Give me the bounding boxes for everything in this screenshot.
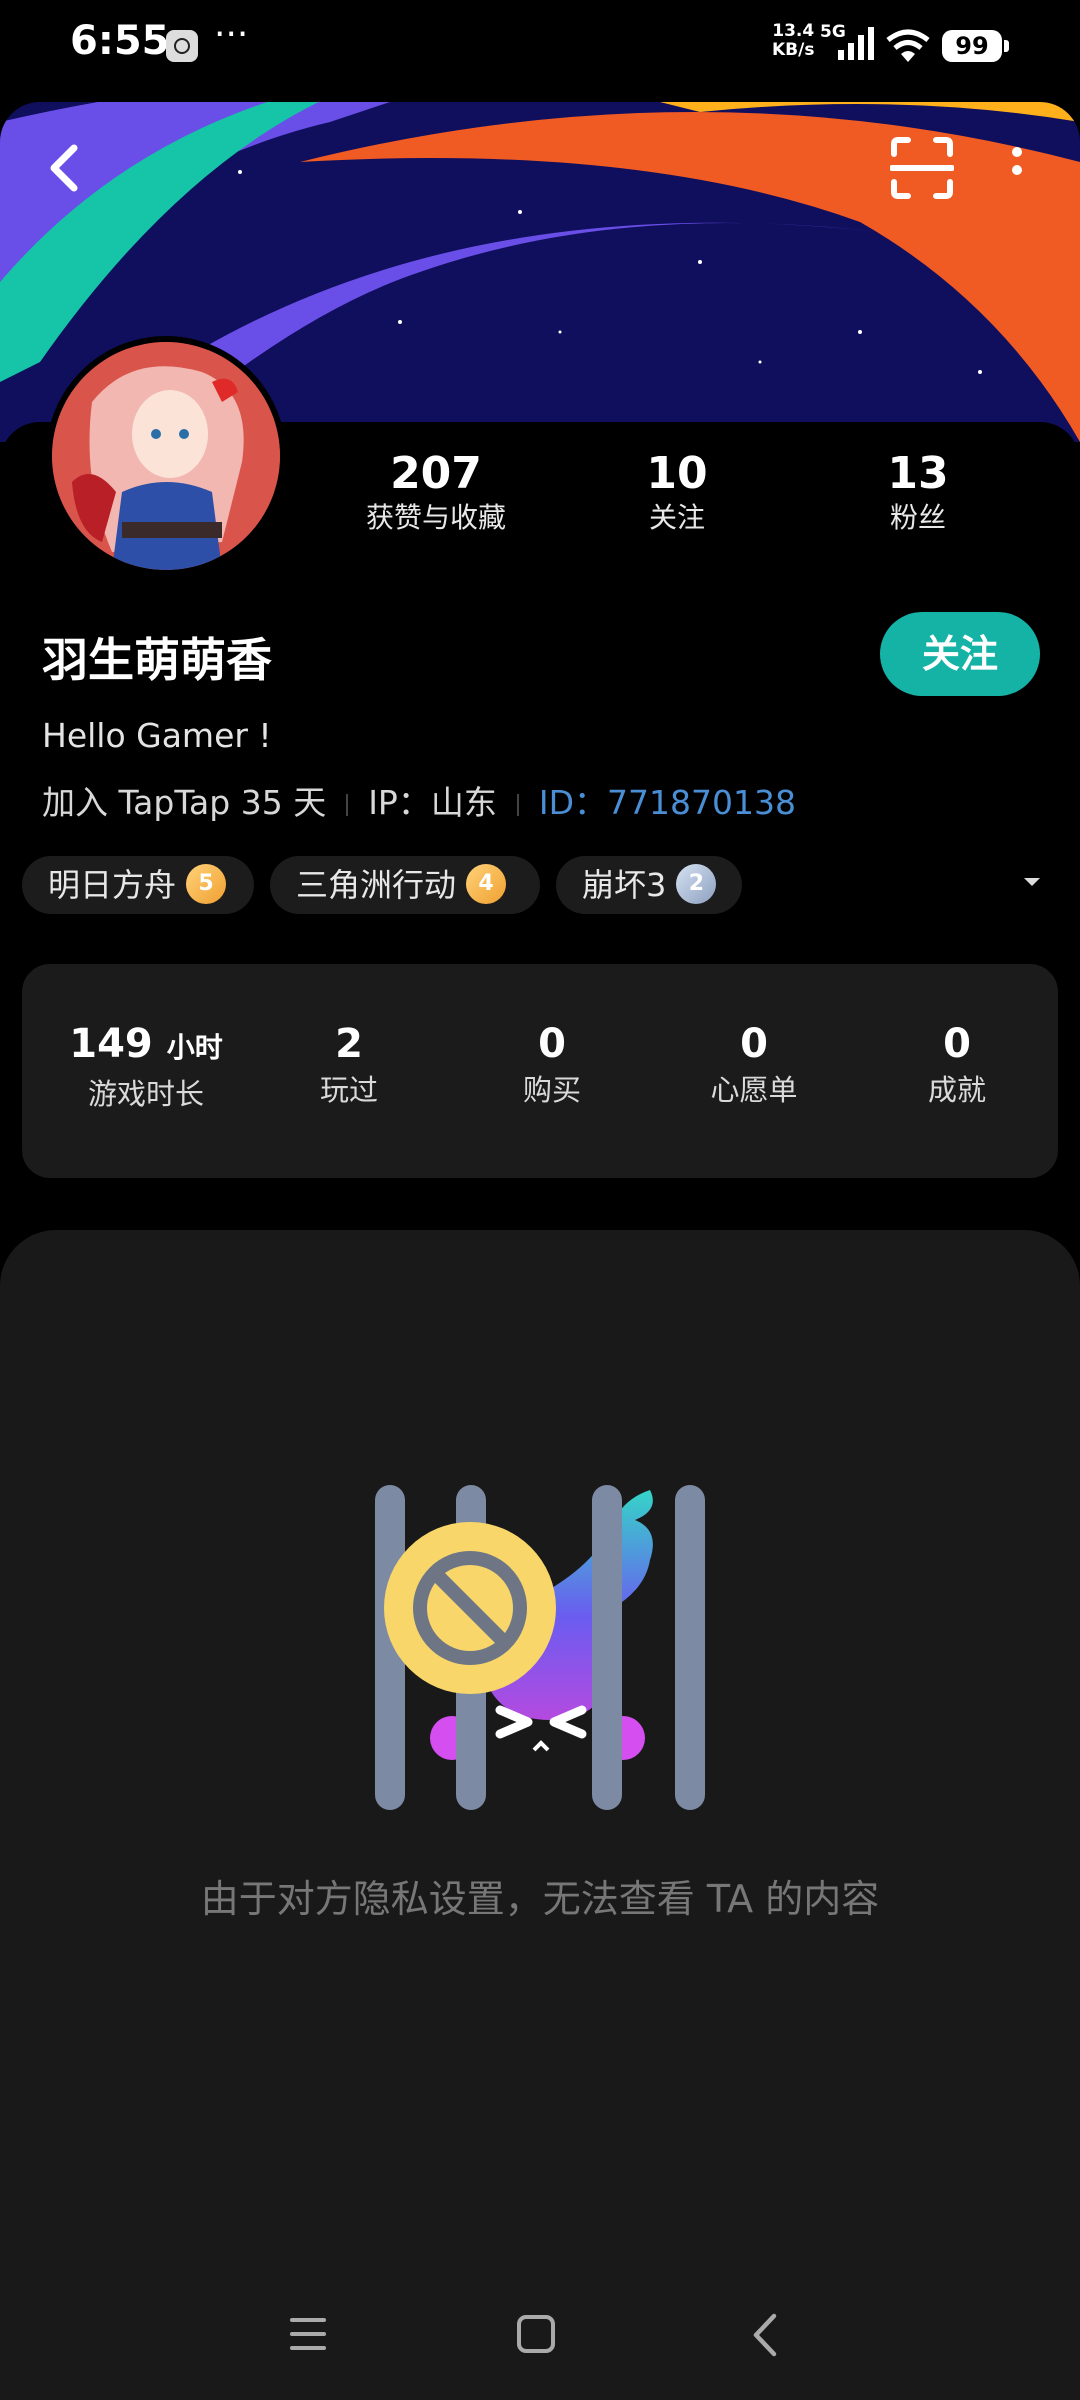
user-id[interactable]: ID：771870138 xyxy=(539,783,796,822)
join-duration: 加入 TapTap 35 天 xyxy=(42,783,327,822)
privacy-message: 由于对方隐私设置，无法查看 TA 的内容 xyxy=(200,1877,880,1921)
game-tag-arknights[interactable]: 明日方舟 5 xyxy=(22,856,254,914)
level-badge-icon: 2 xyxy=(676,864,717,904)
signal-icon xyxy=(838,27,874,60)
stat-followers-value: 13 xyxy=(887,448,949,499)
network-speed-value: 13.4 xyxy=(772,21,815,41)
clock-icon xyxy=(166,30,198,62)
wishlist-label: 心愿单 xyxy=(710,1073,798,1107)
game-tag-delta-force[interactable]: 三角洲行动 4 xyxy=(270,856,540,914)
stat-following[interactable]: 10 关注 xyxy=(567,448,787,536)
stat-likes[interactable]: 207 获赞与收藏 xyxy=(326,448,546,536)
purchased-label: 购买 xyxy=(522,1073,581,1107)
avatar[interactable] xyxy=(46,336,286,576)
wishlist-value: 0 xyxy=(740,1021,768,1067)
menu-icon[interactable] xyxy=(286,2312,330,2356)
stat-achievements[interactable]: 0 成就 xyxy=(857,1018,1057,1110)
played-value: 2 xyxy=(335,1021,363,1067)
game-tag-label: 三角洲行动 xyxy=(296,866,457,904)
playtime-unit: 小时 xyxy=(166,1031,223,1064)
home-square-icon[interactable] xyxy=(514,2312,558,2356)
content-panel xyxy=(0,1230,1080,2400)
back-chevron-icon[interactable] xyxy=(746,2310,782,2360)
stat-followers[interactable]: 13 粉丝 xyxy=(808,448,1028,536)
game-tag-honkai3[interactable]: 崩坏3 2 xyxy=(556,856,742,914)
follow-button[interactable]: 关注 xyxy=(880,612,1040,696)
stat-playtime[interactable]: 149 小时 游戏时长 xyxy=(46,1018,246,1114)
level-badge-icon: 4 xyxy=(466,864,507,904)
username: 羽生萌萌香 xyxy=(42,633,272,687)
stat-likes-label: 获赞与收藏 xyxy=(365,501,506,534)
network-speed: 13.4 KB/s xyxy=(772,22,814,60)
game-tag-label: 崩坏3 xyxy=(582,866,667,904)
privacy-locked-illustration xyxy=(375,1485,705,1810)
scan-icon[interactable] xyxy=(890,136,954,200)
stat-played[interactable]: 2 玩过 xyxy=(249,1018,449,1110)
achievements-label: 成就 xyxy=(927,1073,986,1107)
purchased-value: 0 xyxy=(538,1021,566,1067)
game-tag-label: 明日方舟 xyxy=(48,866,177,904)
network-speed-unit: KB/s xyxy=(772,40,815,60)
playtime-label: 游戏时长 xyxy=(87,1077,204,1111)
wifi-icon xyxy=(886,29,930,62)
stat-following-label: 关注 xyxy=(648,501,705,534)
achievements-value: 0 xyxy=(943,1021,971,1067)
stat-followers-label: 粉丝 xyxy=(889,501,946,534)
status-more-dots: ··· xyxy=(214,14,249,55)
stat-likes-value: 207 xyxy=(390,448,482,499)
level-badge-icon: 5 xyxy=(186,864,227,904)
more-vertical-icon[interactable] xyxy=(1005,140,1029,200)
battery-icon: 99 xyxy=(942,30,1009,62)
expand-tags-icon[interactable] xyxy=(1020,872,1044,892)
info-row: 加入 TapTap 35 天 IP：山东 ID：771870138 xyxy=(42,776,796,824)
ip-location: IP：山东 xyxy=(368,783,497,822)
playtime-value: 149 xyxy=(69,1021,153,1067)
stat-purchased[interactable]: 0 购买 xyxy=(452,1018,652,1110)
status-time: 6:55 xyxy=(70,18,170,64)
bio: Hello Gamer ! xyxy=(42,716,272,755)
played-label: 玩过 xyxy=(319,1073,378,1107)
divider xyxy=(516,793,519,816)
stat-following-value: 10 xyxy=(646,448,708,499)
divider xyxy=(346,793,349,816)
stat-wishlist[interactable]: 0 心愿单 xyxy=(654,1018,854,1110)
back-arrow-icon[interactable] xyxy=(40,140,90,196)
